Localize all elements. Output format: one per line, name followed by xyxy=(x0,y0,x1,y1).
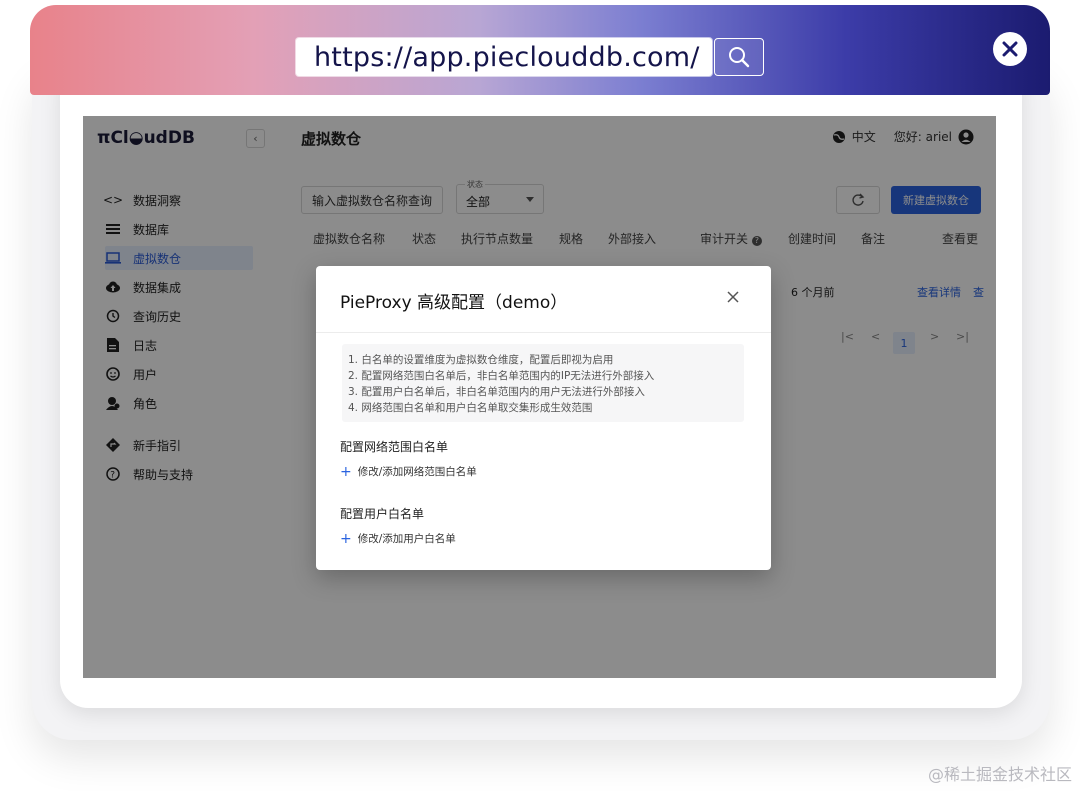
whitelist-notes: 1. 白名单的设置维度为虚拟数仓维度，配置后即视为启用 2. 配置网络范围白名单… xyxy=(342,344,744,422)
edit-network-whitelist-label: 修改/添加网络范围白名单 xyxy=(357,466,477,478)
close-icon xyxy=(1002,41,1018,57)
pieproxy-config-modal: PieProxy 高级配置（demo） 1. 白名单的设置维度为虚拟数仓维度，配… xyxy=(316,266,771,570)
close-icon xyxy=(727,291,739,303)
modal-divider xyxy=(316,332,771,333)
note-line: 1. 白名单的设置维度为虚拟数仓维度，配置后即视为启用 xyxy=(348,354,614,366)
url-text[interactable]: https://app.pieclouddb.com/ xyxy=(314,42,700,73)
modal-title: PieProxy 高级配置（demo） xyxy=(340,293,568,313)
edit-network-whitelist-button[interactable]: + 修改/添加网络范围白名单 xyxy=(340,464,477,479)
edit-user-whitelist-button[interactable]: + 修改/添加用户白名单 xyxy=(340,531,456,546)
address-bar[interactable]: https://app.pieclouddb.com/ xyxy=(296,38,712,76)
plus-icon: + xyxy=(340,463,352,480)
edit-user-whitelist-label: 修改/添加用户白名单 xyxy=(357,533,456,545)
magnifier-icon xyxy=(729,47,750,68)
note-line: 4. 网络范围白名单和用户白名单取交集形成生效范围 xyxy=(348,402,593,414)
network-whitelist-heading: 配置网络范围白名单 xyxy=(340,440,449,454)
plus-icon: + xyxy=(340,530,352,547)
modal-close-button[interactable] xyxy=(724,288,742,306)
note-line: 2. 配置网络范围白名单后，非白名单范围内的IP无法进行外部接入 xyxy=(348,370,655,382)
close-button[interactable] xyxy=(993,32,1027,66)
user-whitelist-heading: 配置用户白名单 xyxy=(340,507,425,521)
search-button[interactable] xyxy=(714,38,764,76)
watermark: @稀土掘金技术社区 xyxy=(927,765,1072,784)
note-line: 3. 配置用户白名单后，非白名单范围内的用户无法进行外部接入 xyxy=(348,386,645,398)
